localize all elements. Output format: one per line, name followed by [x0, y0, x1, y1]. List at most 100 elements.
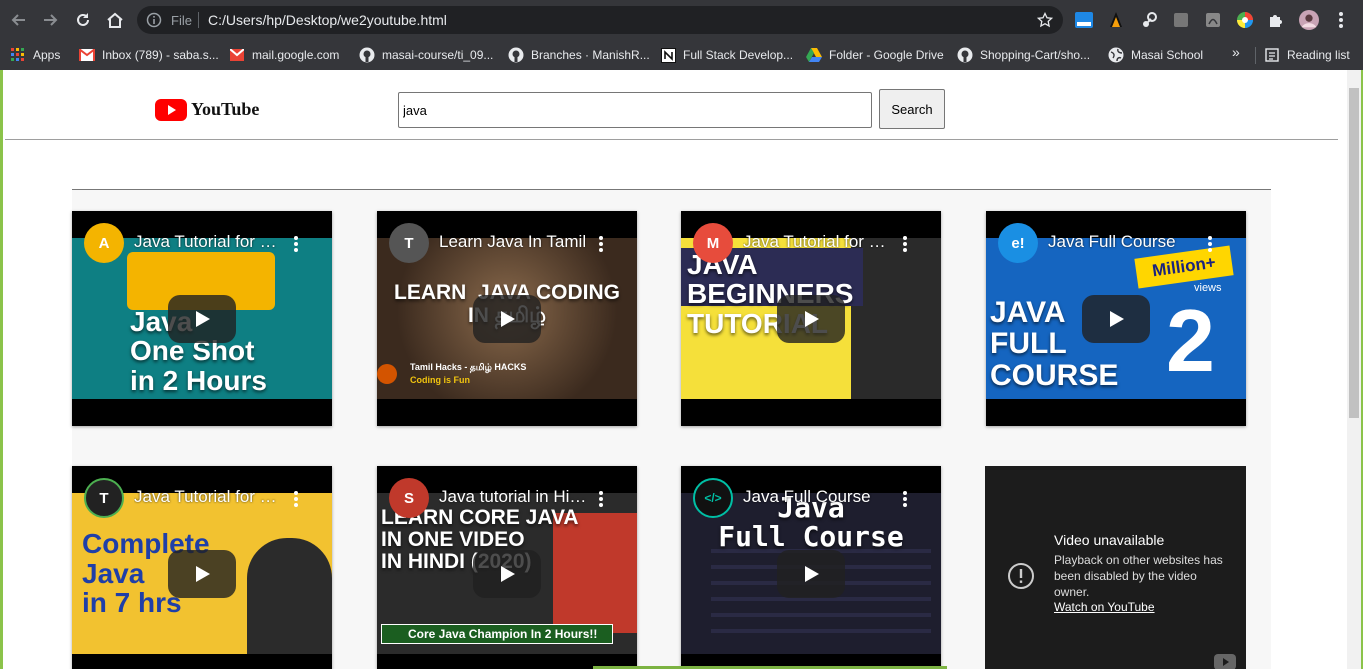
bookmark-label: Inbox (789) - saba.s... [102, 48, 219, 62]
header-divider [5, 139, 1338, 140]
extension-pdf-icon[interactable] [1203, 10, 1223, 30]
reading-list-icon [1264, 47, 1280, 63]
extension-flame-icon[interactable] [1106, 10, 1126, 30]
video-card[interactable]: JAVA BEGINNERS TUTORIAL M Java Tutorial … [681, 211, 941, 426]
reading-list-label: Reading list [1287, 48, 1350, 62]
thumbnail-subcaption: Coding is Fun [410, 375, 470, 385]
video-title[interactable]: Java Full Course [743, 487, 893, 507]
play-icon[interactable] [168, 295, 236, 343]
video-title[interactable]: Learn Java In Tamil [439, 232, 589, 252]
youtube-small-icon[interactable] [1214, 654, 1236, 669]
back-button[interactable] [7, 8, 31, 32]
play-icon[interactable] [473, 295, 541, 343]
bookmark-shopping-cart[interactable]: Shopping-Cart/sho... [957, 44, 1090, 66]
channel-avatar[interactable]: e! [998, 223, 1038, 263]
video-card[interactable]: LEARN JAVA CODING IN தமிழ் Tamil Hacks -… [377, 211, 637, 426]
bookmark-label: mail.google.com [252, 48, 340, 62]
channel-avatar[interactable]: </> [693, 478, 733, 518]
alert-circle-icon [1007, 562, 1035, 590]
bookmark-label: Masai School [1131, 48, 1204, 62]
unavailable-message: Playback on other websites has been disa… [1054, 553, 1223, 599]
extension-gray-icon[interactable] [1171, 10, 1191, 30]
more-options-icon[interactable] [286, 234, 306, 254]
github-icon [359, 47, 375, 63]
play-icon[interactable] [777, 295, 845, 343]
unavailable-title: Video unavailable [1054, 532, 1165, 548]
video-title[interactable]: Java tutorial in Hindi [439, 487, 589, 507]
video-card[interactable]: JAVA FULL COURSE Million+ views 2 e! Jav… [986, 211, 1246, 426]
more-options-icon[interactable] [591, 489, 611, 509]
channel-avatar[interactable]: M [693, 223, 733, 263]
search-button[interactable]: Search [879, 89, 945, 129]
more-options-icon[interactable] [1200, 234, 1220, 254]
play-icon[interactable] [473, 550, 541, 598]
apps-grid-icon [10, 47, 26, 63]
video-card[interactable]: Java One Shot in 2 Hours A Java Tutorial… [72, 211, 332, 426]
scrollbar-thumb[interactable] [1349, 88, 1359, 418]
bookmark-masai-course[interactable]: masai-course/ti_09... [359, 44, 493, 66]
reading-list-button[interactable]: Reading list [1264, 44, 1350, 66]
bookmark-label: Apps [33, 48, 61, 62]
thumbnail-bottom-bar [72, 399, 332, 426]
thumbnail-bottom-bar [681, 399, 941, 426]
bookmark-label: Shopping-Cart/sho... [980, 48, 1091, 62]
bookmark-label: Branches · ManishR... [531, 48, 650, 62]
thumbnail-caption: Tamil Hacks - தமிழ் HACKS [410, 362, 527, 372]
youtube-logo-icon[interactable] [155, 99, 187, 121]
reload-button[interactable] [71, 8, 95, 32]
play-icon[interactable] [1082, 295, 1150, 343]
bookmark-label: Full Stack Develop... [683, 48, 794, 62]
video-title[interactable]: Java Tutorial for Beginners [134, 232, 284, 252]
bookmarks-divider [1255, 47, 1256, 64]
bookmark-google-drive[interactable]: Folder - Google Drive [806, 44, 944, 66]
globe-icon [1108, 47, 1124, 63]
bookmarks-overflow-button[interactable]: » [1232, 44, 1240, 60]
url-text[interactable]: C:/Users/hp/Desktop/we2youtube.html [208, 12, 447, 28]
watch-on-youtube-link[interactable]: Watch on YouTube [1054, 600, 1155, 614]
github-icon [957, 47, 973, 63]
search-input[interactable] [398, 92, 872, 128]
play-icon[interactable] [777, 550, 845, 598]
more-options-icon[interactable] [591, 234, 611, 254]
more-options-icon[interactable] [286, 489, 306, 509]
bookmark-branches[interactable]: Branches · ManishR... [508, 44, 650, 66]
home-button[interactable] [103, 8, 127, 32]
video-title[interactable]: Java Tutorial for Beginners [134, 487, 284, 507]
thumbnail-caption: Core Java Champion In 2 Hours!! [381, 624, 613, 644]
bookmark-inbox[interactable]: Inbox (789) - saba.s... [79, 44, 219, 66]
bookmark-star-icon[interactable] [1035, 10, 1055, 30]
extensions-puzzle-icon[interactable] [1266, 10, 1286, 30]
info-icon[interactable] [146, 12, 162, 28]
extension-ksh-icon[interactable] [1074, 10, 1094, 30]
video-card[interactable]: Complete Java in 7 hrs T Java Tutorial f… [72, 466, 332, 669]
video-title[interactable]: Java Full Course [1048, 232, 1198, 252]
extension-steam-icon[interactable] [1139, 10, 1159, 30]
url-scheme-label: File [171, 13, 192, 28]
bookmarks-bar: Apps Inbox (789) - saba.s... mail.google… [0, 40, 1363, 70]
profile-avatar[interactable] [1299, 10, 1319, 30]
youtube-logo-text[interactable]: YouTube [191, 99, 259, 120]
play-icon[interactable] [168, 550, 236, 598]
thumbnail-bottom-bar [72, 654, 332, 669]
more-options-icon[interactable] [895, 489, 915, 509]
video-card[interactable]: Java Full Course </> Java Full Course [681, 466, 941, 669]
channel-avatar[interactable]: S [389, 478, 429, 518]
mail-icon [229, 47, 245, 63]
browser-menu-icon[interactable] [1331, 10, 1351, 30]
thumbnail-big-number: 2 [1166, 291, 1215, 390]
extension-color-wheel-icon[interactable] [1235, 10, 1255, 30]
bookmark-masai-school[interactable]: Masai School [1108, 44, 1203, 66]
forward-button[interactable] [38, 8, 62, 32]
channel-avatar[interactable]: T [84, 478, 124, 518]
bookmark-full-stack[interactable]: Full Stack Develop... [660, 44, 793, 66]
channel-avatar[interactable]: A [84, 223, 124, 263]
bookmark-apps[interactable]: Apps [10, 44, 60, 66]
bookmark-label: masai-course/ti_09... [382, 48, 494, 62]
bookmark-mail-google[interactable]: mail.google.com [229, 44, 339, 66]
address-bar[interactable]: File C:/Users/hp/Desktop/we2youtube.html [137, 6, 1063, 34]
video-card[interactable]: LEARN CORE JAVA IN ONE VIDEO IN HINDI (2… [377, 466, 637, 669]
notion-icon [660, 47, 676, 63]
channel-avatar[interactable]: T [389, 223, 429, 263]
more-options-icon[interactable] [895, 234, 915, 254]
video-title[interactable]: Java Tutorial for Beginners [743, 232, 893, 252]
